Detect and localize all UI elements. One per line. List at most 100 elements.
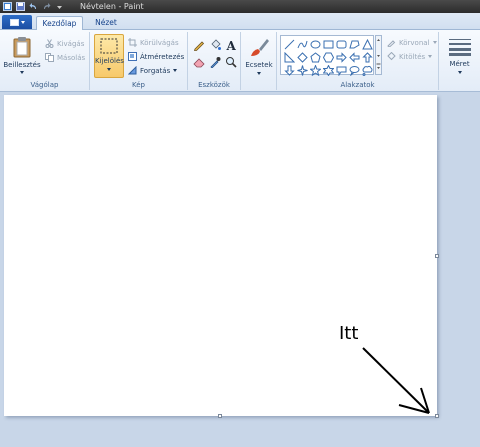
- workspace: Itt: [0, 92, 480, 447]
- group-image: Kijelölés Körülvágás Átméretezés Forgatá…: [90, 32, 188, 90]
- brushes-label: Ecsetek: [245, 61, 273, 69]
- text-icon[interactable]: A: [224, 38, 237, 51]
- brush-icon: [248, 36, 270, 58]
- scissors-icon: [45, 39, 54, 48]
- fill-label: Kitöltés: [399, 52, 426, 61]
- redo-icon[interactable]: [41, 2, 51, 12]
- size-button[interactable]: Méret: [443, 34, 476, 74]
- chevron-down-icon: [257, 72, 261, 75]
- shapes-group-label: Alakzatok: [340, 81, 375, 89]
- customize-qat-icon[interactable]: [54, 2, 64, 12]
- fill-bucket-icon[interactable]: [208, 38, 221, 51]
- arrow-up-shape-icon[interactable]: [361, 51, 373, 63]
- ribbon-tab-row: Kezdőlap Nézet: [0, 13, 480, 30]
- pencil-icon[interactable]: [192, 38, 205, 51]
- shapes-gallery: [280, 35, 374, 76]
- svg-text:A: A: [225, 39, 236, 51]
- chevron-down-icon: [432, 41, 437, 44]
- outline-button[interactable]: Körvonal: [387, 37, 437, 48]
- polygon-shape-icon[interactable]: [348, 38, 360, 50]
- line-shape-icon[interactable]: [283, 38, 295, 50]
- four-point-star-shape-icon[interactable]: [296, 64, 308, 76]
- image-group-label: Kép: [132, 81, 145, 89]
- line-width-icon: [448, 38, 471, 56]
- rectangle-shape-icon[interactable]: [322, 38, 334, 50]
- shape-grid: [283, 38, 373, 76]
- eraser-icon[interactable]: [192, 55, 205, 68]
- resize-handle-bottom[interactable]: [218, 414, 222, 418]
- tab-home[interactable]: Kezdőlap: [36, 16, 83, 30]
- paint-menu-button[interactable]: [2, 15, 32, 29]
- ribbon: Beillesztés Kivágás Másolás Vágólap Kije…: [0, 30, 480, 92]
- rounded-rectangle-shape-icon[interactable]: [335, 38, 347, 50]
- size-label: Méret: [449, 60, 470, 68]
- curve-shape-icon[interactable]: [296, 38, 308, 50]
- save-icon[interactable]: [15, 2, 25, 12]
- tools-group-label: Eszközök: [198, 81, 230, 89]
- chevron-down-icon: [428, 55, 433, 58]
- cloud-callout-shape-icon[interactable]: [361, 64, 373, 76]
- fill-button[interactable]: Kitöltés: [387, 51, 433, 62]
- resize-button[interactable]: Átméretezés: [128, 51, 184, 62]
- crop-label: Körülvágás: [140, 38, 179, 47]
- resize-handle-right[interactable]: [435, 254, 439, 258]
- paint-menu-icon: [9, 18, 19, 26]
- annotation-text: Itt: [339, 323, 359, 344]
- group-shapes: Körvonal Kitöltés Alakzatok: [277, 32, 439, 90]
- paste-label: Beillesztés: [3, 61, 41, 69]
- group-brushes: Ecsetek: [241, 32, 277, 90]
- crop-button[interactable]: Körülvágás: [128, 37, 179, 48]
- group-size: Méret: [439, 32, 480, 90]
- undo-icon[interactable]: [28, 2, 38, 12]
- magnifier-icon[interactable]: [224, 55, 237, 68]
- cut-button[interactable]: Kivágás: [45, 38, 84, 49]
- title-bar: Névtelen - Paint: [0, 0, 480, 13]
- oval-callout-shape-icon[interactable]: [348, 64, 360, 76]
- outline-label: Körvonal: [399, 38, 430, 47]
- selection-rectangle-icon: [100, 38, 118, 54]
- arrow-right-shape-icon[interactable]: [335, 51, 347, 63]
- brushes-button[interactable]: Ecsetek: [244, 34, 274, 75]
- annotation-arrow: [362, 347, 430, 414]
- five-point-star-shape-icon[interactable]: [309, 64, 321, 76]
- clipboard-icon: [12, 36, 32, 58]
- select-button[interactable]: Kijelölés: [94, 34, 124, 78]
- rotate-button[interactable]: Forgatás: [128, 65, 178, 76]
- rotate-icon: [128, 66, 137, 75]
- shapes-gallery-scrollbar[interactable]: [375, 35, 382, 75]
- rounded-callout-shape-icon[interactable]: [335, 64, 347, 76]
- oval-shape-icon[interactable]: [309, 38, 321, 50]
- copy-icon: [45, 53, 54, 62]
- group-tools: A Eszközök: [188, 32, 241, 90]
- chevron-down-icon: [457, 71, 462, 74]
- tools-grid: A: [192, 38, 237, 68]
- six-point-star-shape-icon[interactable]: [322, 64, 334, 76]
- arrow-left-shape-icon[interactable]: [348, 51, 360, 63]
- right-triangle-shape-icon[interactable]: [283, 51, 295, 63]
- paste-button[interactable]: Beillesztés: [3, 34, 41, 74]
- outline-pen-icon: [387, 38, 396, 47]
- rotate-label: Forgatás: [140, 66, 171, 75]
- color-picker-icon[interactable]: [208, 55, 221, 68]
- copy-button[interactable]: Másolás: [45, 52, 85, 63]
- tab-view[interactable]: Nézet: [89, 16, 123, 30]
- resize-icon: [128, 52, 137, 61]
- clipboard-group-label: Vágólap: [30, 81, 59, 89]
- arrow-down-shape-icon[interactable]: [283, 64, 295, 76]
- paint-app-icon[interactable]: [2, 2, 12, 12]
- group-clipboard: Beillesztés Kivágás Másolás Vágólap: [0, 32, 90, 90]
- select-label: Kijelölés: [95, 57, 124, 65]
- diamond-shape-icon[interactable]: [296, 51, 308, 63]
- quick-access-toolbar: [2, 1, 64, 12]
- pentagon-shape-icon[interactable]: [309, 51, 321, 63]
- fill-bucket-icon: [387, 52, 396, 61]
- hexagon-shape-icon[interactable]: [322, 51, 334, 63]
- chevron-down-icon: [107, 68, 111, 71]
- triangle-shape-icon[interactable]: [361, 38, 373, 50]
- chevron-down-icon: [20, 71, 24, 74]
- copy-label: Másolás: [57, 53, 86, 62]
- cut-label: Kivágás: [57, 39, 85, 48]
- chevron-down-icon: [173, 69, 178, 72]
- window-title: Névtelen - Paint: [80, 2, 144, 11]
- crop-icon: [128, 38, 137, 47]
